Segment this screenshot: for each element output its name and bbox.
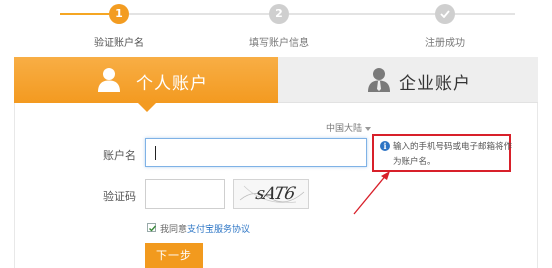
agree-text: 我同意支付宝服务协议 [160, 222, 250, 235]
tab-personal-label: 个人账户 [136, 74, 208, 94]
annotation-arrow [353, 171, 390, 215]
text-cursor [155, 146, 156, 160]
hint-text-line-1: 输入的手机号码或电子邮箱将作 [393, 142, 513, 152]
business-person-icon [368, 68, 390, 92]
tab-business-account[interactable]: 企业账户 [278, 57, 538, 103]
region-selector[interactable]: 中国大陆 [326, 121, 372, 134]
step-line-3-right [455, 13, 515, 15]
captcha-input[interactable] [145, 179, 225, 209]
username-label: 账户名 [103, 149, 136, 162]
hint-text-line-2: 为账户名。 [393, 157, 436, 167]
step-line-1-left [60, 13, 109, 15]
tab-personal-account[interactable]: 个人账户 [14, 57, 278, 112]
username-input[interactable] [145, 138, 367, 167]
step-2-label: 填写账户信息 [249, 38, 309, 49]
info-icon: i [380, 141, 390, 151]
agree-prefix: 我同意 [160, 225, 188, 235]
step-3-circle [435, 4, 455, 24]
step-line-1-2 [129, 13, 269, 15]
tab-active-notch [138, 103, 156, 112]
step-1-label: 验证账户名 [94, 38, 144, 49]
check-icon [440, 10, 450, 18]
step-line-2-3 [289, 13, 435, 15]
chevron-down-icon [365, 126, 372, 131]
region-label: 中国大陆 [326, 124, 363, 134]
tab-business-label: 企业账户 [399, 74, 471, 94]
captcha-image[interactable]: sAT6 [233, 179, 309, 209]
captcha-label: 验证码 [103, 190, 136, 203]
step-1-circle: 1 [109, 4, 129, 24]
next-step-button[interactable]: 下一步 [145, 243, 203, 268]
agree-checkbox[interactable] [147, 223, 157, 232]
service-agreement-link[interactable]: 支付宝服务协议 [187, 225, 250, 235]
person-icon [98, 68, 120, 92]
captcha-text: sAT6 [253, 184, 297, 204]
username-hint-box: i 输入的手机号码或电子邮箱将作 为账户名。 [372, 134, 513, 172]
step-3-label: 注册成功 [425, 38, 465, 49]
checkmark-icon [149, 225, 157, 232]
step-2-circle: 2 [269, 4, 289, 24]
